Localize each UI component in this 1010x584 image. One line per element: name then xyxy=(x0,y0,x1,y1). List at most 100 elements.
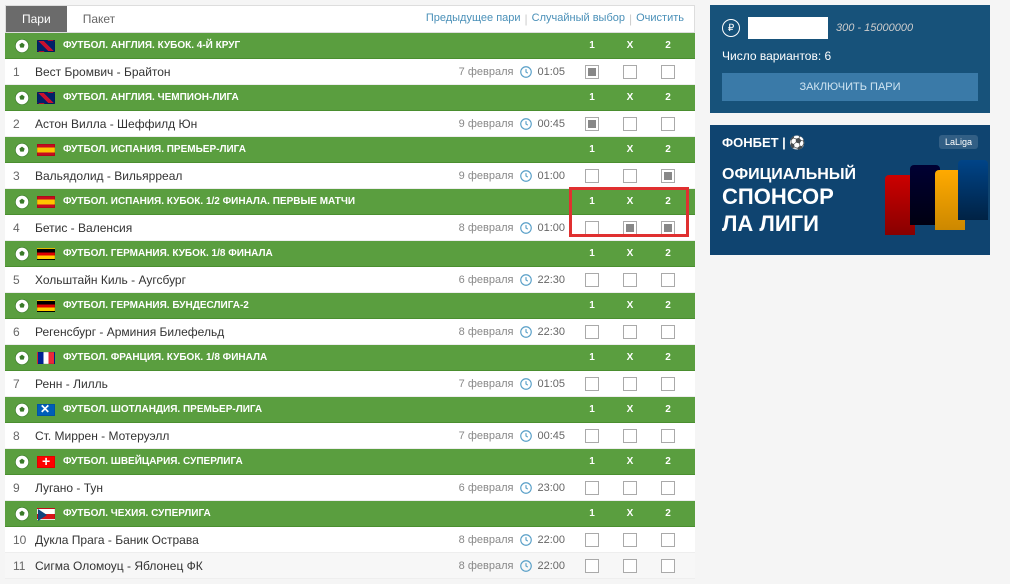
tab-pari[interactable]: Пари xyxy=(6,6,67,32)
league-header[interactable]: ФУТБОЛ. ГЕРМАНИЯ. КУБОК. 1/8 ФИНАЛА 1 X … xyxy=(5,241,695,267)
col-x: X xyxy=(611,196,649,207)
league-title: ФУТБОЛ. ГЕРМАНИЯ. БУНДЕСЛИГА-2 xyxy=(63,300,573,311)
outcome-1-checkbox[interactable] xyxy=(585,325,599,339)
match-name[interactable]: Хольштайн Киль - Аугсбург xyxy=(35,273,459,287)
row-number: 7 xyxy=(13,377,35,391)
outcome-1-checkbox[interactable] xyxy=(585,273,599,287)
league-header[interactable]: ФУТБОЛ. ЧЕХИЯ. СУПЕРЛИГА 1 X 2 xyxy=(5,501,695,527)
match-date: 6 февраля xyxy=(459,274,514,286)
clock-icon xyxy=(519,325,533,339)
league-title: ФУТБОЛ. ШОТЛАНДИЯ. ПРЕМЬЕР-ЛИГА xyxy=(63,404,573,415)
outcome-x-checkbox[interactable] xyxy=(623,221,637,235)
outcome-2-checkbox[interactable] xyxy=(661,481,675,495)
stake-range: 300 - 15000000 xyxy=(836,22,913,34)
outcome-2-checkbox[interactable] xyxy=(661,117,675,131)
outcome-1-checkbox[interactable] xyxy=(585,221,599,235)
outcome-x-checkbox[interactable] xyxy=(623,481,637,495)
match-name[interactable]: Дукла Прага - Баник Острава xyxy=(35,533,459,547)
soccer-icon xyxy=(13,245,31,263)
match-row: 8 Ст. Миррен - Мотеруэлл 7 февраля 00:45 xyxy=(5,423,695,449)
link-clear[interactable]: Очистить xyxy=(636,12,684,26)
match-row: 11 Сигма Оломоуц - Яблонец ФК 8 февраля … xyxy=(5,553,695,579)
outcome-1-checkbox[interactable] xyxy=(585,429,599,443)
clock-icon xyxy=(519,117,533,131)
clock-icon xyxy=(519,481,533,495)
outcome-1-checkbox[interactable] xyxy=(585,65,599,79)
match-name[interactable]: Вальядолид - Вильярреал xyxy=(35,169,459,183)
match-name[interactable]: Сигма Оломоуц - Яблонец ФК xyxy=(35,559,459,573)
outcome-x-checkbox[interactable] xyxy=(623,325,637,339)
league-title: ФУТБОЛ. ФРАНЦИЯ. КУБОК. 1/8 ФИНАЛА xyxy=(63,352,573,363)
outcome-2-checkbox[interactable] xyxy=(661,273,675,287)
place-bet-button[interactable]: ЗАКЛЮЧИТЬ ПАРИ xyxy=(722,73,978,101)
outcome-2-checkbox[interactable] xyxy=(661,221,675,235)
promo-banner[interactable]: ФОНБЕТ | ⚽ LaLiga ОФИЦИАЛЬНЫЙ СПОНСОР ЛА… xyxy=(710,125,990,255)
clock-icon xyxy=(519,169,533,183)
clock-icon xyxy=(519,429,533,443)
flag-icon xyxy=(37,300,55,312)
outcome-x-checkbox[interactable] xyxy=(623,65,637,79)
soccer-icon xyxy=(13,89,31,107)
outcome-1-checkbox[interactable] xyxy=(585,559,599,573)
tab-paket[interactable]: Пакет xyxy=(67,6,131,32)
league-header[interactable]: ФУТБОЛ. ШВЕЙЦАРИЯ. СУПЕРЛИГА 1 X 2 xyxy=(5,449,695,475)
league-title: ФУТБОЛ. ИСПАНИЯ. ПРЕМЬЕР-ЛИГА xyxy=(63,144,573,155)
match-name[interactable]: Лугано - Тун xyxy=(35,481,459,495)
stake-input[interactable] xyxy=(748,17,828,39)
col-1: 1 xyxy=(573,92,611,103)
match-date: 8 февраля xyxy=(459,326,514,338)
col-1: 1 xyxy=(573,404,611,415)
col-x: X xyxy=(611,144,649,155)
outcome-x-checkbox[interactable] xyxy=(623,559,637,573)
col-x: X xyxy=(611,456,649,467)
variants-count: Число вариантов: 6 xyxy=(722,49,978,63)
link-previous-bet[interactable]: Предыдущее пари xyxy=(426,12,521,26)
outcome-2-checkbox[interactable] xyxy=(661,169,675,183)
match-name[interactable]: Астон Вилла - Шеффилд Юн xyxy=(35,117,459,131)
outcome-2-checkbox[interactable] xyxy=(661,559,675,573)
flag-icon xyxy=(37,40,55,52)
league-header[interactable]: ФУТБОЛ. ФРАНЦИЯ. КУБОК. 1/8 ФИНАЛА 1 X 2 xyxy=(5,345,695,371)
outcome-x-checkbox[interactable] xyxy=(623,117,637,131)
match-name[interactable]: Вест Бромвич - Брайтон xyxy=(35,65,459,79)
match-date: 7 февраля xyxy=(459,430,514,442)
flag-icon xyxy=(37,248,55,260)
outcome-x-checkbox[interactable] xyxy=(623,429,637,443)
match-name[interactable]: Регенсбург - Арминия Билефельд xyxy=(35,325,459,339)
match-date: 9 февраля xyxy=(459,170,514,182)
outcome-2-checkbox[interactable] xyxy=(661,325,675,339)
outcome-2-checkbox[interactable] xyxy=(661,533,675,547)
match-row: 4 Бетис - Валенсия 8 февраля 01:00 xyxy=(5,215,695,241)
match-name[interactable]: Ст. Миррен - Мотеруэлл xyxy=(35,429,459,443)
soccer-icon xyxy=(13,505,31,523)
outcome-x-checkbox[interactable] xyxy=(623,169,637,183)
outcome-1-checkbox[interactable] xyxy=(585,169,599,183)
col-x: X xyxy=(611,508,649,519)
league-header[interactable]: ФУТБОЛ. ИСПАНИЯ. ПРЕМЬЕР-ЛИГА 1 X 2 xyxy=(5,137,695,163)
outcome-x-checkbox[interactable] xyxy=(623,273,637,287)
match-name[interactable]: Бетис - Валенсия xyxy=(35,221,459,235)
outcome-1-checkbox[interactable] xyxy=(585,481,599,495)
outcome-1-checkbox[interactable] xyxy=(585,117,599,131)
col-1: 1 xyxy=(573,40,611,51)
league-header[interactable]: ФУТБОЛ. ИСПАНИЯ. КУБОК. 1/2 ФИНАЛА. ПЕРВ… xyxy=(5,189,695,215)
outcome-x-checkbox[interactable] xyxy=(623,533,637,547)
soccer-icon xyxy=(13,141,31,159)
flag-icon xyxy=(37,456,55,468)
outcome-2-checkbox[interactable] xyxy=(661,429,675,443)
league-header[interactable]: ФУТБОЛ. ГЕРМАНИЯ. БУНДЕСЛИГА-2 1 X 2 xyxy=(5,293,695,319)
league-header[interactable]: ФУТБОЛ. АНГЛИЯ. ЧЕМПИОН-ЛИГА 1 X 2 xyxy=(5,85,695,111)
outcome-2-checkbox[interactable] xyxy=(661,377,675,391)
link-random[interactable]: Случайный выбор xyxy=(532,12,625,26)
league-header[interactable]: ФУТБОЛ. АНГЛИЯ. КУБОК. 4-Й КРУГ 1 X 2 xyxy=(5,33,695,59)
outcome-2-checkbox[interactable] xyxy=(661,65,675,79)
row-number: 10 xyxy=(13,533,35,547)
outcome-x-checkbox[interactable] xyxy=(623,377,637,391)
clock-icon xyxy=(519,273,533,287)
outcome-1-checkbox[interactable] xyxy=(585,533,599,547)
col-2: 2 xyxy=(649,300,687,311)
outcome-1-checkbox[interactable] xyxy=(585,377,599,391)
match-name[interactable]: Ренн - Лилль xyxy=(35,377,459,391)
league-header[interactable]: ФУТБОЛ. ШОТЛАНДИЯ. ПРЕМЬЕР-ЛИГА 1 X 2 xyxy=(5,397,695,423)
col-1: 1 xyxy=(573,508,611,519)
